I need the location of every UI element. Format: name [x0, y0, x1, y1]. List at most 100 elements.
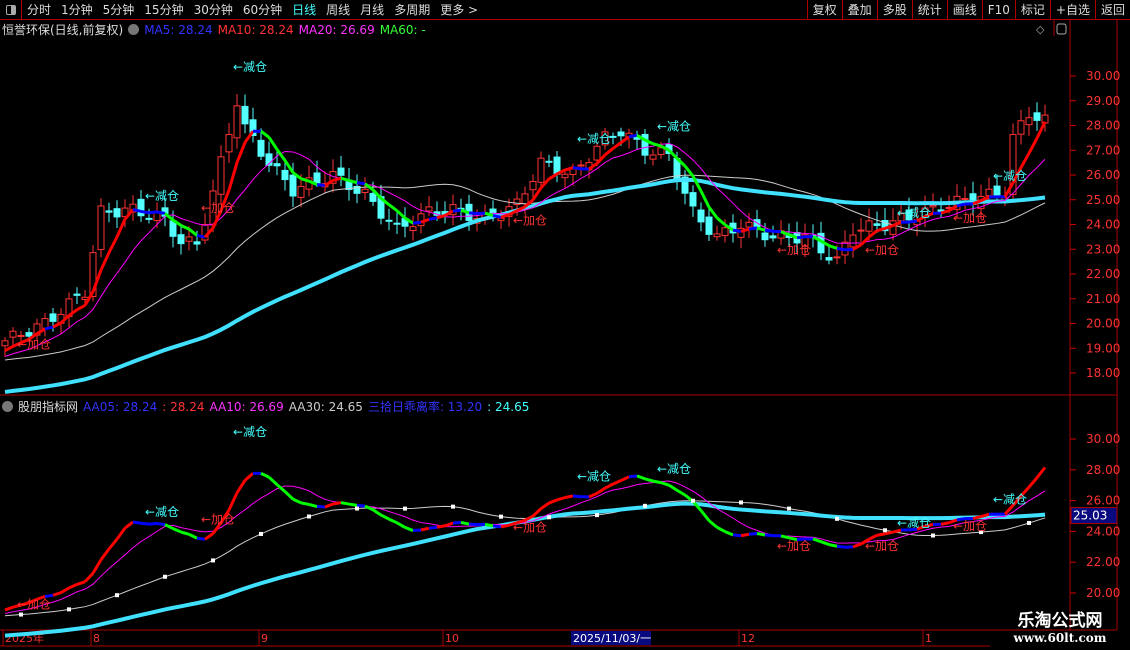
- ma5-segment: [691, 175, 703, 192]
- signal-jian: ←减仓: [897, 206, 931, 220]
- ma5-segment: [1035, 466, 1047, 479]
- candle-up: [185, 236, 193, 242]
- candle-down: [825, 257, 833, 261]
- ma5-segment: [99, 548, 111, 561]
- signal-jia: ←加仓: [201, 201, 235, 215]
- xaxis-label: 9: [261, 632, 268, 645]
- date-cursor: 2025/11/03/一: [573, 632, 651, 645]
- ma5-segment: [99, 252, 111, 271]
- ma5-segment: [388, 203, 398, 212]
- ma5-segment: [484, 522, 494, 528]
- signal-jian: ←减仓: [233, 60, 267, 74]
- ma30-marker: [307, 514, 311, 519]
- stock-title: 恒誉环保(日线,前复权): [2, 23, 124, 37]
- candle-down: [393, 222, 401, 225]
- signal-jia: ←加仓: [201, 513, 235, 527]
- candle-up: [409, 226, 417, 232]
- ma5-segment: [612, 141, 622, 150]
- watermark-logo: 乐淘公式网 www.60lt.com: [990, 606, 1130, 645]
- ma5-segment: [52, 321, 62, 329]
- ma5-segment: [764, 533, 774, 538]
- ma5-segment: [852, 542, 862, 549]
- ma5-segment: [428, 525, 438, 530]
- panel-toggle-icon: [1056, 23, 1067, 35]
- ma30-marker: [691, 498, 695, 503]
- ma5-segment: [380, 513, 390, 521]
- candle-down: [289, 174, 297, 197]
- signal-jia: ←加仓: [17, 597, 51, 611]
- candle-up: [649, 154, 657, 160]
- ma5-segment: [396, 521, 406, 529]
- ma5-segment: [267, 136, 279, 151]
- aa30-value: AA30: 24.65: [288, 399, 363, 414]
- axis-label: 26.00: [1086, 494, 1120, 508]
- ma30-marker: [115, 593, 119, 598]
- ma5-segment: [556, 496, 566, 502]
- ma5-segment: [708, 519, 718, 529]
- xaxis-label: 1: [925, 632, 932, 645]
- xaxis-label: 8: [93, 632, 100, 645]
- ma30-marker: [739, 500, 743, 505]
- ma5-segment: [244, 472, 254, 482]
- ma5-segment: [756, 532, 766, 537]
- ma5-segment: [172, 527, 182, 534]
- ma5-segment: [227, 492, 239, 511]
- ma5-segment: [620, 475, 630, 482]
- ma5-segment: [604, 147, 614, 157]
- ma5-segment: [636, 474, 646, 481]
- ma5-segment: [683, 165, 695, 178]
- aa05-value: AA05: 28.24: [83, 399, 158, 414]
- ma5-segment: [668, 483, 678, 492]
- ma5-segment: [235, 141, 247, 164]
- ma5-segment: [356, 181, 366, 186]
- ma5-segment: [83, 572, 95, 583]
- ma5-segment: [764, 228, 774, 233]
- ma5-segment: [724, 530, 734, 537]
- ma30-marker: [595, 513, 599, 518]
- ma5-segment: [388, 517, 398, 525]
- ma5-segment: [628, 474, 638, 479]
- ma5-segment: [348, 179, 358, 185]
- ma5-segment: [107, 538, 119, 550]
- ma5-segment: [156, 522, 166, 527]
- axis-label: 24.00: [1086, 218, 1120, 232]
- ma30-marker: [1027, 520, 1031, 525]
- candle-down: [257, 139, 265, 157]
- signal-jian: ←减仓: [145, 189, 179, 203]
- candle-up: [561, 173, 569, 179]
- ma5-segment: [828, 543, 838, 548]
- ma5-segment: [124, 520, 134, 530]
- ma5-segment: [540, 501, 550, 510]
- ma5-segment: [452, 208, 462, 213]
- ma5-segment: [235, 479, 247, 494]
- candle-up: [497, 217, 505, 222]
- ma30-marker: [211, 558, 215, 563]
- aa10-value: AA10: 26.69: [209, 399, 284, 414]
- ma30-marker: [931, 533, 935, 538]
- signal-jia: ←加仓: [513, 214, 547, 228]
- ma5-segment: [260, 130, 270, 139]
- candle-up: [1017, 120, 1025, 135]
- ma5-segment: [132, 207, 142, 213]
- candle-down: [769, 235, 777, 239]
- candle-up: [1, 340, 9, 347]
- ma5-segment: [148, 210, 158, 215]
- ma5-segment: [620, 135, 630, 144]
- candle-up: [217, 156, 225, 195]
- ma5-segment: [44, 593, 54, 598]
- candle-down: [993, 185, 1001, 197]
- dropdown-icon[interactable]: [2, 401, 13, 412]
- signal-jian: ←减仓: [233, 425, 267, 439]
- ma5-segment: [60, 586, 70, 594]
- ma5-segment: [1027, 137, 1039, 155]
- ma5-segment: [940, 521, 950, 526]
- candle-down: [313, 172, 321, 184]
- ma5-segment: [884, 530, 894, 536]
- main-legend: 恒誉环保(日线,前复权) MA5: 28.24 MA10: 28.24 MA20…: [2, 21, 426, 38]
- dropdown-icon[interactable]: [128, 24, 140, 35]
- ma5-segment: [316, 183, 326, 187]
- ma5-segment: [324, 502, 334, 509]
- axis-label: 22.00: [1086, 555, 1120, 569]
- kline-chart[interactable]: ◇18.0019.0020.0021.0022.0023.0024.0025.0…: [0, 0, 1130, 650]
- ma5-segment: [52, 591, 62, 597]
